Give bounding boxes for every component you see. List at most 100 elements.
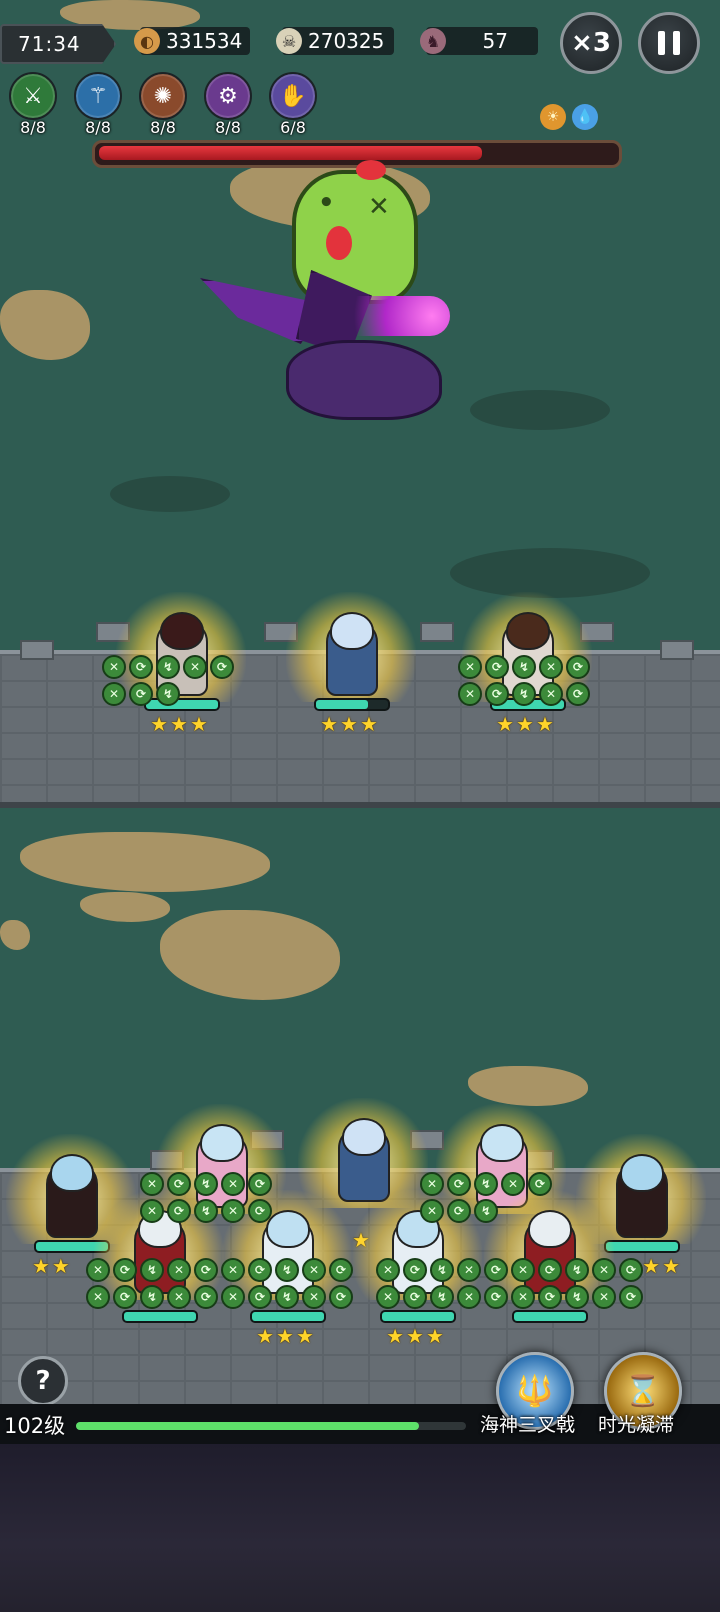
- status-effect-icon: ✕: [539, 682, 563, 706]
- skill-slot-vortex[interactable]: ✺ 8/8: [139, 72, 187, 137]
- skill-slot-sword[interactable]: ⚔ 8/8: [9, 72, 57, 137]
- purple-spirit-projectile: [330, 296, 450, 336]
- status-effect-icon: ✕: [457, 1285, 481, 1309]
- status-effect-icon: ✕: [140, 1199, 164, 1223]
- effect-badges: ✕ ⟳ ↯ ✕ ⟳ ✕ ⟳ ↯: [420, 1172, 552, 1223]
- sigil-skill-icon: ⚙: [204, 72, 252, 120]
- skill-slot-staff[interactable]: ⚚ 8/8: [74, 72, 122, 137]
- skill-count: 8/8: [85, 118, 111, 137]
- status-effect-icon: ↯: [430, 1285, 454, 1309]
- demon-head-icon: ♞: [420, 28, 446, 54]
- status-effect-icon: ✕: [221, 1172, 245, 1196]
- pause-button[interactable]: [638, 12, 700, 74]
- status-effect-icon: ⟳: [619, 1285, 643, 1309]
- status-effect-icon: ⟳: [619, 1258, 643, 1282]
- status-effect-icon: ⟳: [329, 1285, 353, 1309]
- status-effect-icon: ↯: [156, 682, 180, 706]
- skill-slot-claw[interactable]: ✋ 6/8: [269, 72, 317, 137]
- status-effect-icon: ↯: [275, 1285, 299, 1309]
- player-level: 102级: [4, 1414, 66, 1438]
- status-effect-icon: ↯: [194, 1172, 218, 1196]
- status-effect-icon: ✕: [183, 655, 207, 679]
- status-effect-icon: ⟳: [248, 1172, 272, 1196]
- status-effect-icon: ✕: [302, 1285, 326, 1309]
- game-stage: 71:34 ◐ 331534 ☠ 270325 ♞ 57 ×3 ⚔ 8/8 ⚚ …: [0, 0, 720, 1612]
- status-effect-icon: ↯: [140, 1258, 164, 1282]
- trident-ultimate-label: 海神三叉戟: [480, 1414, 576, 1436]
- effect-badges: ✕ ⟳ ↯ ✕ ⟳ ✕ ⟳ ↯ ✕ ⟳ ✕ ⟳ ↯ ✕ ⟳ ✕ ⟳ ↯ ✕ ⟳: [86, 1258, 353, 1309]
- status-effect-icon: ✕: [420, 1172, 444, 1196]
- xp-progress-bar: [76, 1422, 466, 1430]
- trident-icon: 🔱: [516, 1373, 554, 1409]
- water-drop-buff-icon: 💧: [572, 104, 598, 130]
- hero-star-rating: ★★★: [320, 712, 380, 736]
- status-effect-icon: ⟳: [210, 655, 234, 679]
- status-effect-icon: ⟳: [248, 1285, 272, 1309]
- status-effect-icon: ⟳: [167, 1199, 191, 1223]
- status-effect-icon: ⟳: [113, 1285, 137, 1309]
- status-effect-icon: ⟳: [484, 1285, 508, 1309]
- help-button[interactable]: ?: [18, 1356, 68, 1406]
- status-effect-icon: ✕: [376, 1258, 400, 1282]
- status-effect-icon: ↯: [194, 1199, 218, 1223]
- status-effect-icon: ⟳: [538, 1258, 562, 1282]
- hero-hp-bar: [122, 1310, 198, 1323]
- effect-badges: ✕ ⟳ ↯ ✕ ⟳ ✕ ⟳ ↯ ✕ ⟳: [140, 1172, 272, 1223]
- status-effect-icon: ⟳: [566, 682, 590, 706]
- status-effect-icon: ⟳: [194, 1285, 218, 1309]
- status-effect-icon: ✕: [221, 1258, 245, 1282]
- xp-fill: [76, 1422, 420, 1430]
- hero-hp-bar: [380, 1310, 456, 1323]
- status-effect-icon: ✕: [501, 1172, 525, 1196]
- status-effect-icon: ↯: [275, 1258, 299, 1282]
- status-effect-icon: ⟳: [538, 1285, 562, 1309]
- status-effect-icon: ↯: [140, 1285, 164, 1309]
- status-effect-icon: ↯: [156, 655, 180, 679]
- hero-hp-bar: [314, 698, 390, 711]
- status-effect-icon: ↯: [474, 1172, 498, 1196]
- status-effect-icon: ⟳: [194, 1258, 218, 1282]
- boss-hp-bar: [92, 140, 622, 168]
- sun-buff-icon: ☀: [540, 104, 566, 130]
- status-effect-icon: ⟳: [566, 655, 590, 679]
- status-effect-icon: ⟳: [528, 1172, 552, 1196]
- time-stop-ultimate-label: 时光凝滞: [598, 1414, 675, 1436]
- status-effect-icon: ⟳: [129, 655, 153, 679]
- status-effect-icon: ⟳: [485, 682, 509, 706]
- status-effect-icon: ✕: [167, 1285, 191, 1309]
- status-effect-icon: ⟳: [248, 1199, 272, 1223]
- skill-slot-sigil[interactable]: ⚙ 8/8: [204, 72, 252, 137]
- status-effect-icon: ⟳: [129, 682, 153, 706]
- status-effect-icon: ↯: [512, 682, 536, 706]
- gold-coin-icon: ◐: [134, 28, 160, 54]
- hourglass-icon: ⌛: [624, 1373, 662, 1409]
- hero-star-rating: ★★★: [256, 1324, 316, 1348]
- hero-star-rating: ★★★: [386, 1324, 446, 1348]
- status-effect-icon: ⟳: [447, 1199, 471, 1223]
- wave-value: 57: [482, 29, 508, 53]
- footer-area: [0, 1444, 720, 1612]
- effect-badges: ✕ ⟳ ↯ ✕ ⟳ ✕ ⟳ ↯: [102, 655, 234, 706]
- hero-hp-bar: [512, 1310, 588, 1323]
- gold-value: 331534: [166, 29, 243, 53]
- status-effect-icon: ⟳: [167, 1172, 191, 1196]
- status-effect-icon: ✕: [458, 682, 482, 706]
- status-effect-icon: ↯: [565, 1285, 589, 1309]
- vortex-skill-icon: ✺: [139, 72, 187, 120]
- game-timer: 71:34: [0, 24, 116, 64]
- status-effect-icon: ✕: [539, 655, 563, 679]
- effect-badges: ✕ ⟳ ↯ ✕ ⟳ ✕ ⟳ ↯ ✕ ⟳ ✕ ⟳ ↯ ✕ ⟳ ✕ ⟳ ↯ ✕ ⟳: [376, 1258, 643, 1309]
- hero-star-rating: ★★★: [496, 712, 556, 736]
- status-effect-icon: ⟳: [329, 1258, 353, 1282]
- status-effect-icon: ✕: [302, 1258, 326, 1282]
- status-effect-icon: ✕: [86, 1258, 110, 1282]
- claw-skill-icon: ✋: [269, 72, 317, 120]
- status-effect-icon: ✕: [457, 1258, 481, 1282]
- status-effect-icon: ✕: [511, 1258, 535, 1282]
- kill-counter: ☠ 270325: [276, 27, 394, 55]
- status-effect-icon: ✕: [102, 682, 126, 706]
- status-effect-icon: ✕: [86, 1285, 110, 1309]
- hero-hp-bar: [604, 1240, 680, 1253]
- speed-button[interactable]: ×3: [560, 12, 622, 74]
- skill-count: 8/8: [215, 118, 241, 137]
